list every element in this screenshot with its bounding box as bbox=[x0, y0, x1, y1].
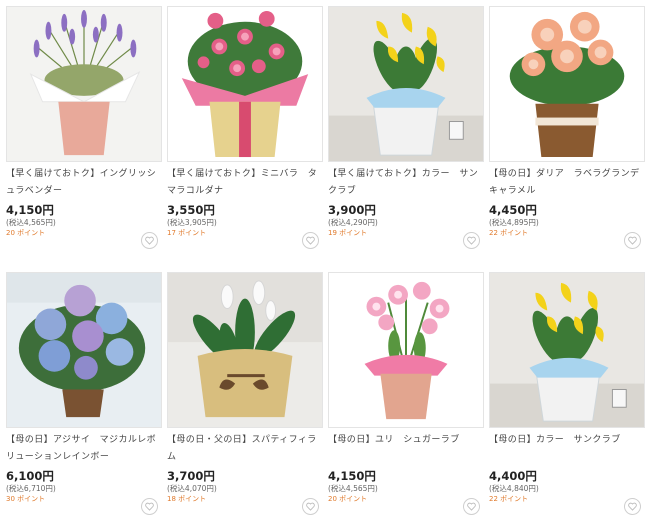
heart-icon bbox=[306, 236, 315, 245]
product-points: 22 ポイント bbox=[489, 495, 529, 503]
favorite-button[interactable] bbox=[141, 232, 158, 249]
product-points: 19 ポイント bbox=[328, 229, 368, 237]
product-price: 3,900円 bbox=[328, 203, 376, 217]
product-price: 3,550円 bbox=[167, 203, 215, 217]
product-tax-included-price: (税込4,840円) bbox=[489, 484, 539, 493]
favorite-button[interactable] bbox=[463, 498, 480, 515]
product-title[interactable]: 【早く届けておトク】イングリッシュラベンダー bbox=[6, 166, 162, 200]
heart-icon bbox=[306, 502, 315, 511]
product-tax-included-price: (税込4,565円) bbox=[6, 218, 56, 227]
product-points: 20 ポイント bbox=[328, 495, 368, 503]
heart-icon bbox=[467, 236, 476, 245]
favorite-button[interactable] bbox=[141, 498, 158, 515]
heart-icon bbox=[145, 236, 154, 245]
favorite-button[interactable] bbox=[302, 498, 319, 515]
product-image-spathiphyllum[interactable] bbox=[167, 272, 323, 428]
product-image-mini-rose[interactable] bbox=[167, 6, 323, 162]
product-tax-included-price: (税込4,070円) bbox=[167, 484, 217, 493]
product-image-calla[interactable] bbox=[328, 6, 484, 162]
product-title[interactable]: 【母の日】カラー サンクラブ bbox=[489, 432, 645, 449]
product-title[interactable]: 【母の日・父の日】スパティフィラム bbox=[167, 432, 323, 466]
favorite-button[interactable] bbox=[302, 232, 319, 249]
product-price: 4,150円 bbox=[6, 203, 54, 217]
product-price: 4,150円 bbox=[328, 469, 376, 483]
product-tax-included-price: (税込6,710円) bbox=[6, 484, 56, 493]
product-points: 17 ポイント bbox=[167, 229, 207, 237]
product-title[interactable]: 【母の日】アジサイ マジカルレボリューションレインボー bbox=[6, 432, 162, 466]
product-grid: 【早く届けておトク】イングリッシュラベンダー 4,150円 (税込4,565円)… bbox=[0, 0, 651, 524]
product-points: 30 ポイント bbox=[6, 495, 46, 503]
product-price: 3,700円 bbox=[167, 469, 215, 483]
product-title[interactable]: 【早く届けておトク】ミニバラ タマラコルダナ bbox=[167, 166, 323, 200]
favorite-button[interactable] bbox=[463, 232, 480, 249]
product-price: 4,450円 bbox=[489, 203, 537, 217]
product-image-dahlia[interactable] bbox=[489, 6, 645, 162]
product-tax-included-price: (税込4,290円) bbox=[328, 218, 378, 227]
product-price: 6,100円 bbox=[6, 469, 54, 483]
product-image-lily[interactable] bbox=[328, 272, 484, 428]
heart-icon bbox=[145, 502, 154, 511]
product-tax-included-price: (税込3,905円) bbox=[167, 218, 217, 227]
heart-icon bbox=[628, 502, 637, 511]
heart-icon bbox=[628, 236, 637, 245]
product-points: 22 ポイント bbox=[489, 229, 529, 237]
heart-icon bbox=[467, 502, 476, 511]
product-tax-included-price: (税込4,565円) bbox=[328, 484, 378, 493]
product-price: 4,400円 bbox=[489, 469, 537, 483]
product-tax-included-price: (税込4,895円) bbox=[489, 218, 539, 227]
product-image-hydrangea[interactable] bbox=[6, 272, 162, 428]
favorite-button[interactable] bbox=[624, 498, 641, 515]
product-image-lavender[interactable] bbox=[6, 6, 162, 162]
product-title[interactable]: 【母の日】ユリ シュガーラブ bbox=[328, 432, 484, 449]
product-title[interactable]: 【早く届けておトク】カラー サンクラブ bbox=[328, 166, 484, 200]
product-points: 18 ポイント bbox=[167, 495, 207, 503]
favorite-button[interactable] bbox=[624, 232, 641, 249]
product-image-calla-2[interactable] bbox=[489, 272, 645, 428]
product-title[interactable]: 【母の日】ダリア ラベラグランデキャラメル bbox=[489, 166, 645, 200]
product-points: 20 ポイント bbox=[6, 229, 46, 237]
